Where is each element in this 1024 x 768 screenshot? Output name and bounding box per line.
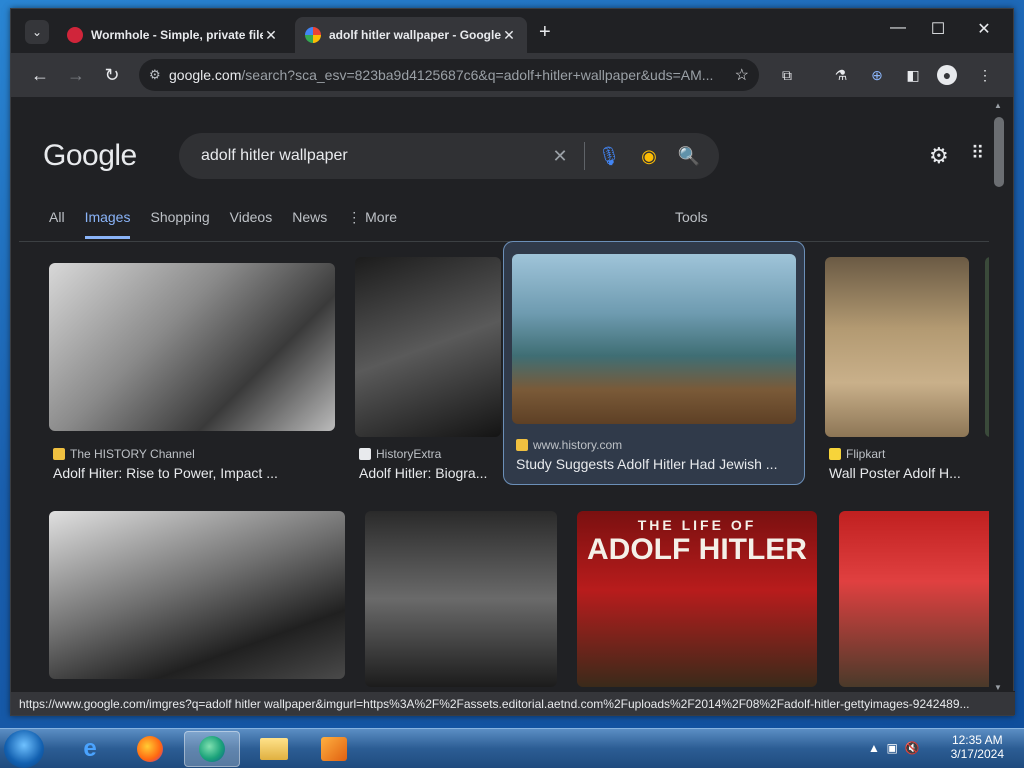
source-favicon-icon (53, 448, 65, 460)
source-favicon-icon (359, 448, 371, 460)
divider (19, 241, 989, 242)
result-source[interactable]: The HISTORY Channel (53, 447, 195, 461)
url-path: /search?sca_esv=823ba9d4125687c6&q=adolf… (241, 67, 714, 83)
image-result-card-partial[interactable]: A (975, 253, 989, 485)
google-logo[interactable]: Google (43, 139, 137, 173)
tab-wormhole[interactable]: Wormhole - Simple, private file ✕ (57, 17, 289, 53)
scroll-thumb[interactable] (994, 117, 1004, 187)
source-name: HistoryExtra (376, 447, 442, 461)
tab-all[interactable]: All (49, 209, 65, 239)
result-thumbnail[interactable] (825, 257, 969, 437)
menu-kebab-icon[interactable]: ⋮ (975, 65, 995, 85)
extensions-icon[interactable]: ⧉ (777, 65, 797, 85)
tab-strip: ⌄ Wormhole - Simple, private file ✕ adol… (11, 9, 1013, 53)
start-button[interactable] (4, 730, 44, 768)
side-panel-icon[interactable]: ◧ (903, 65, 923, 85)
reload-button[interactable]: ↻ (101, 64, 123, 86)
close-icon[interactable]: ✕ (501, 27, 517, 44)
result-thumbnail[interactable] (365, 511, 557, 687)
minimize-button[interactable]: — (883, 19, 913, 37)
search-icon[interactable]: 🔍 (669, 136, 709, 176)
result-source[interactable]: Flipkart (829, 447, 885, 461)
internet-explorer-icon[interactable]: e (62, 731, 118, 767)
source-name: www.history.com (533, 438, 623, 452)
result-thumbnail[interactable] (49, 263, 335, 431)
result-source[interactable]: HistoryExtra (359, 447, 441, 461)
settings-gear-icon[interactable]: ⚙ (929, 143, 949, 169)
image-result-card[interactable]: Flipkart Wall Poster Adolf H... (815, 253, 969, 485)
image-result-card[interactable]: HistoryExtra Adolf Hitler: Biogra... (345, 253, 501, 485)
image-result-card[interactable]: The HISTORY Channel Adolf Hiter: Rise to… (39, 253, 335, 485)
firefox-icon[interactable] (122, 731, 178, 767)
close-window-button[interactable]: ✕ (969, 19, 999, 39)
tab-more[interactable]: ⋮ More (347, 209, 397, 239)
search-box: ✕ 🎙 ◉ 🔍 (179, 133, 719, 179)
result-caption[interactable]: Study Suggests Adolf Hitler Had Jewish .… (516, 456, 798, 472)
bookmark-star-icon[interactable]: ☆ (735, 65, 749, 85)
clear-icon[interactable]: ✕ (540, 136, 580, 176)
tab-images[interactable]: Images (84, 209, 131, 239)
windows-taskbar: e ▲ ▣ 🔇 12:35 AM 3/17/2024 (0, 728, 1024, 768)
search-filter-tabs: All Images Shopping Videos News ⋮ More (49, 209, 397, 239)
microphone-icon[interactable]: 🎙 (589, 136, 629, 176)
page-scrollbar[interactable]: ▲ ▼ (991, 99, 1007, 695)
tab-search-button[interactable]: ⌄ (25, 20, 49, 44)
browser-toolbar: ← → ↻ ⚙ google.com /search?sca_esv=823ba… (11, 53, 1013, 97)
browser-window: ⌄ Wormhole - Simple, private file ✕ adol… (10, 8, 1015, 716)
clock[interactable]: 12:35 AM 3/17/2024 (951, 733, 1004, 761)
scroll-up-icon[interactable]: ▲ (994, 101, 1002, 110)
google-favicon-icon (305, 27, 321, 43)
result-thumbnail[interactable] (839, 511, 989, 687)
search-input[interactable] (201, 147, 540, 165)
clock-time: 12:35 AM (951, 733, 1003, 747)
address-bar[interactable]: ⚙ google.com /search?sca_esv=823ba9d4125… (139, 59, 759, 91)
result-thumbnail[interactable] (49, 511, 345, 679)
url-host: google.com (169, 67, 242, 83)
source-favicon-icon (829, 448, 841, 460)
camera-lens-icon[interactable]: ◉ (629, 136, 669, 176)
result-caption[interactable]: Adolf Hiter: Rise to Power, Impact ... (53, 465, 333, 481)
apps-grid-icon[interactable]: ⠿ (971, 143, 984, 164)
forward-button[interactable]: → (65, 64, 87, 86)
source-favicon-icon (516, 439, 528, 451)
profile-avatar-icon[interactable]: ● (937, 65, 957, 85)
poster-subtitle: THE LIFE OF (637, 517, 757, 533)
source-name: Flipkart (846, 447, 886, 461)
result-source[interactable]: www.history.com (516, 438, 622, 452)
source-name: The HISTORY Channel (70, 447, 195, 461)
result-caption[interactable]: Wall Poster Adolf H... (829, 465, 965, 481)
tools-button[interactable]: Tools (675, 209, 708, 225)
wormhole-favicon-icon (67, 27, 83, 43)
divider (584, 142, 585, 170)
new-tab-button[interactable]: + (539, 21, 551, 44)
media-player-icon[interactable] (306, 731, 362, 767)
site-info-icon[interactable]: ⚙ (149, 67, 169, 83)
download-icon[interactable]: ⊕ (867, 65, 887, 85)
result-caption[interactable]: Adolf Hitler: Biogra... (359, 465, 499, 481)
tab-title: adolf hitler wallpaper - Google (329, 28, 501, 42)
result-thumbnail[interactable] (512, 254, 796, 424)
maximize-button[interactable]: ☐ (923, 19, 953, 39)
clock-date: 3/17/2024 (950, 747, 1004, 761)
tab-shopping[interactable]: Shopping (150, 209, 209, 239)
close-icon[interactable]: ✕ (263, 27, 279, 44)
system-tray-icons[interactable]: ▲ ▣ 🔇 (868, 741, 920, 755)
tab-videos[interactable]: Videos (230, 209, 273, 239)
labs-flask-icon[interactable]: ⚗ (831, 65, 851, 85)
result-thumbnail[interactable] (355, 257, 501, 437)
image-result-card-selected[interactable]: www.history.com Study Suggests Adolf Hit… (503, 241, 805, 485)
result-thumbnail-poster[interactable]: THE LIFE OF ADOLF HITLER (577, 511, 817, 687)
tab-news[interactable]: News (292, 209, 327, 239)
tab-google-search[interactable]: adolf hitler wallpaper - Google ✕ (295, 17, 527, 53)
file-explorer-icon[interactable] (246, 731, 302, 767)
status-link-preview: https://www.google.com/imgres?q=adolf hi… (11, 691, 1015, 715)
tab-title: Wormhole - Simple, private file (91, 28, 263, 42)
result-thumbnail[interactable] (985, 257, 989, 437)
poster-title: ADOLF HITLER (587, 533, 807, 566)
back-button[interactable]: ← (29, 64, 51, 86)
edge-browser-icon[interactable] (184, 731, 240, 767)
search-results-page: Google ✕ 🎙 ◉ 🔍 ⚙ ⠿ All Images Shopping V… (19, 99, 989, 695)
